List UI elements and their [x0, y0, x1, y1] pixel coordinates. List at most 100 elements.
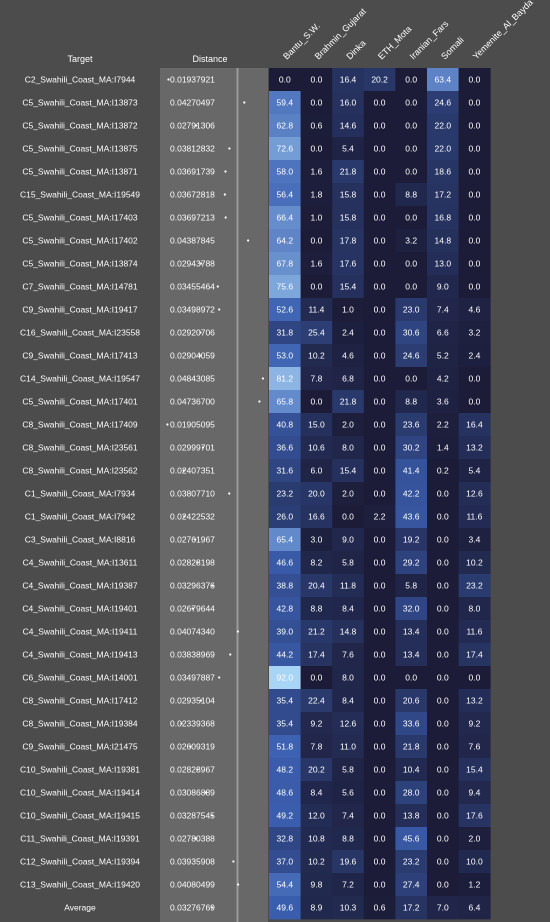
- heatmap-cell-value: 0.0: [437, 811, 449, 821]
- heatmap-cell-value: 16.4: [466, 420, 483, 430]
- row-distance-value: 0.04843085: [170, 374, 215, 384]
- heatmap-cell-value: 0.0: [437, 650, 449, 660]
- heatmap-cell-value: 0.0: [437, 719, 449, 729]
- heatmap-cell-value: 0.0: [310, 282, 322, 292]
- distance-dot: [166, 423, 169, 426]
- heatmap-cell-value: 11.0: [340, 742, 356, 752]
- heatmap-cell-value: 0.0: [374, 420, 386, 430]
- heatmap-cell-value: 19.2: [403, 535, 420, 545]
- heatmap-cell-value: 2.4: [342, 328, 354, 338]
- heatmap-cell-value: 21.8: [403, 742, 420, 752]
- heatmap-cell-value: 0.0: [374, 857, 386, 867]
- heatmap-cell-value: 10.3: [340, 903, 357, 913]
- heatmap-cell-value: 8.8: [342, 834, 354, 844]
- heatmap-cell-value: 65.8: [277, 397, 294, 407]
- row-target-label: C7_Swahili_Coast_MA:I14781: [22, 282, 138, 292]
- heatmap-cell-value: 0.0: [279, 75, 291, 85]
- heatmap-cell-value: 7.4: [342, 811, 354, 821]
- heatmap-cell-value: 16.4: [340, 75, 357, 85]
- heatmap-cell-value: 0.0: [405, 167, 417, 177]
- row-distance-value: 0.03697213: [170, 213, 215, 223]
- heatmap-cell-value: 1.0: [342, 305, 354, 315]
- row-target-label: C15_Swahili_Coast_MA:I19549: [20, 190, 140, 200]
- heatmap-cell-value: 7.6: [342, 650, 354, 660]
- heatmap-cell-value: 0.0: [310, 397, 322, 407]
- heatmap-cell-value: 1.4: [437, 443, 449, 453]
- heatmap-cell-value: 8.9: [310, 903, 322, 913]
- row-target-label: C4_Swahili_Coast_MA:I19387: [22, 581, 138, 591]
- heatmap-cell-value: 0.0: [468, 167, 480, 177]
- heatmap-cell-value: 10.0: [466, 857, 483, 867]
- average-row: Average 0.03276769 49.6 8.9 10.3 0.6 17.2 7.0 6.…: [64, 896, 491, 920]
- heatmap-cell-value: 15.8: [340, 190, 357, 200]
- distance-dot: [218, 676, 221, 679]
- heatmap-cell-value: 4.2: [437, 374, 449, 384]
- heatmap-cell-value: 0.0: [310, 98, 322, 108]
- heatmap-cell-value: 2.0: [468, 834, 480, 844]
- heatmap-cell-value: 0.0: [374, 673, 386, 683]
- heatmap-cell-value: 3.0: [310, 535, 322, 545]
- distance-dot: [211, 584, 214, 587]
- heatmap-cell-value: 0.0: [374, 121, 386, 131]
- heatmap-cell-value: 0.6: [310, 121, 322, 131]
- heatmap-cell-value: 0.0: [437, 489, 449, 499]
- heatmap-cell-value: 0.0: [374, 397, 386, 407]
- heatmap-cell-value: 8.4: [342, 604, 354, 614]
- heatmap-cell-value: 63.4: [435, 75, 452, 85]
- heatmap-cell-value: 35.4: [277, 696, 294, 706]
- heatmap-cell-value: 20.0: [308, 489, 325, 499]
- row-distance-value: 0.04080499: [170, 880, 215, 890]
- heatmap-cell-value: 4.6: [468, 305, 480, 315]
- heatmap-cell-value: 10.4: [403, 765, 420, 775]
- heatmap-cell-value: 16.6: [308, 512, 325, 522]
- heatmap-cell-value: 0.0: [468, 190, 480, 200]
- heatmap-cell-value: 0.0: [374, 880, 386, 890]
- heatmap-cell-value: 12.6: [466, 489, 483, 499]
- row-target-label: C6_Swahili_Coast_MA:I14001: [22, 673, 138, 683]
- column-header-label: Dinka: [344, 38, 367, 61]
- heatmap-cell-value: 25.4: [308, 328, 325, 338]
- row-target-label: C9_Swahili_Coast_MA:I19417: [22, 305, 138, 315]
- heatmap-cell-value: 5.8: [342, 558, 354, 568]
- heatmap-cell-value: 0.0: [374, 282, 386, 292]
- distance-dot: [200, 262, 203, 265]
- row-target-label: C11_Swahili_Coast_MA:I19391: [20, 834, 140, 844]
- row-distance-value: 0.01905095: [170, 420, 215, 430]
- column-header-label: Brahmin_Gujarat: [313, 6, 369, 62]
- heatmap-cell-value: 66.4: [277, 213, 294, 223]
- row-distance-value: 0.02791306: [170, 121, 215, 131]
- heatmap-cell-value: 42.8: [277, 604, 294, 614]
- distance-dot: [198, 354, 201, 357]
- distance-dot: [247, 239, 250, 242]
- distance-dot: [196, 768, 199, 771]
- row-target-label: C10_Swahili_Coast_MA:I19414: [20, 788, 140, 798]
- heatmap-cell-value: 0.0: [437, 581, 449, 591]
- heatmap-cell-value: 0.0: [405, 121, 417, 131]
- row-target-label: C13_Swahili_Coast_MA:I19420: [20, 880, 140, 890]
- row-distance-value: 0.02339368: [170, 719, 215, 729]
- heatmap-cell-value: 48.2: [277, 765, 294, 775]
- row-target-label: C1_Swahili_Coast_MA:I7934: [25, 489, 136, 499]
- heatmap-cell-value: 8.2: [310, 558, 322, 568]
- heatmap-cell-value: 16.8: [435, 213, 452, 223]
- heatmap-cell-value: 0.0: [405, 282, 417, 292]
- heatmap-cell-value: 0.0: [342, 512, 354, 522]
- heatmap-cell-value: 0.0: [374, 190, 386, 200]
- heatmap-cell-value: 1.2: [468, 880, 480, 890]
- heatmap-cell-value: 0.0: [374, 236, 386, 246]
- row-distance-value: 0.04736700: [170, 397, 215, 407]
- distance-dot: [191, 607, 194, 610]
- heatmap-cell-value: 45.6: [403, 834, 420, 844]
- heatmap-cell-value: 23.0: [403, 305, 420, 315]
- heatmap-cell-value: 0.0: [468, 121, 480, 131]
- heatmap-cell-value: 48.6: [277, 788, 294, 798]
- heatmap-cell-value: 56.4: [277, 190, 294, 200]
- heatmap-cell-value: 1.8: [310, 190, 322, 200]
- heatmap-cell-value: 13.2: [466, 443, 483, 453]
- row-distance-value: 0.04270497: [170, 98, 215, 108]
- row-target-label: C5_Swahili_Coast_MA:I17402: [22, 236, 138, 246]
- distance-dot: [189, 745, 192, 748]
- heatmap-cell-value: 8.4: [342, 696, 354, 706]
- row-target-label: C10_Swahili_Coast_MA:I19415: [20, 811, 140, 821]
- heatmap-cell-value: 0.0: [374, 788, 386, 798]
